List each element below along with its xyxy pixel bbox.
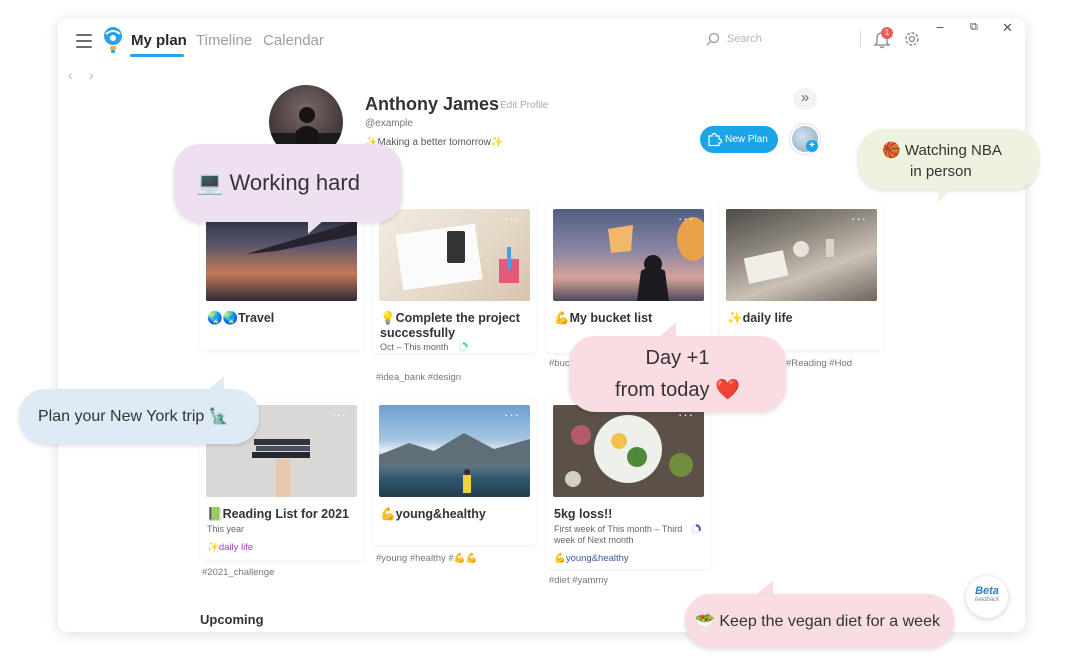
bubble-vegan-diet: 🥗 Keep the vegan diet for a week: [685, 594, 954, 648]
card-title: 🌏🌏Travel: [207, 311, 275, 325]
bubble-working-hard: 💻 Working hard: [174, 144, 402, 222]
maximize-button[interactable]: ⧉: [970, 21, 978, 34]
search-input[interactable]: Search: [727, 33, 762, 45]
bubble-watching-nba: 🏀 Watching NBA in person: [858, 129, 1039, 189]
linked-plan-daily-life[interactable]: ✨daily life: [207, 542, 253, 553]
plan-card-daily-life[interactable]: ··· ✨daily life: [720, 203, 883, 350]
profile-name: Anthony James: [365, 94, 500, 114]
card-title: 💡Complete the project successfully: [380, 311, 520, 340]
new-plan-label: New Plan: [725, 134, 768, 145]
card-tags[interactable]: #2021_challenge: [202, 567, 274, 578]
5kg-loss-image: ···: [553, 405, 704, 497]
card-tags[interactable]: #young #healthy #💪💪: [376, 553, 477, 564]
linked-plan-young-healthy[interactable]: 💪young&healthy: [554, 553, 629, 564]
plan-card-project[interactable]: ··· 💡Complete the project successfully O…: [373, 203, 536, 353]
gear-icon[interactable]: [903, 30, 921, 48]
card-title: 5kg loss!!: [554, 507, 613, 521]
bubble-nba-line2: in person: [910, 163, 972, 180]
bucket-list-image: ···: [553, 209, 704, 301]
card-title: 💪My bucket list: [554, 311, 653, 325]
card-more-icon[interactable]: ···: [331, 407, 347, 422]
card-more-icon[interactable]: ···: [504, 407, 520, 422]
bubble-tail: [938, 188, 952, 203]
progress-ring-icon: [458, 342, 468, 352]
upcoming-heading: Upcoming: [200, 612, 264, 627]
active-tab-indicator: [130, 54, 184, 57]
card-date-range: First week of This month – Third week of…: [554, 524, 683, 545]
plan-card-bucket-list[interactable]: ··· 💪My bucket list: [547, 203, 710, 353]
plan-card-5kg-loss[interactable]: ··· 5kg loss!! First week of This month …: [547, 399, 710, 569]
card-more-icon[interactable]: ···: [504, 211, 520, 226]
young-healthy-image: ···: [379, 405, 530, 497]
edit-profile-link[interactable]: Edit Profile: [500, 100, 548, 111]
project-image: ···: [379, 209, 530, 301]
forward-button[interactable]: ›: [89, 67, 94, 83]
card-more-icon[interactable]: ···: [678, 211, 694, 226]
bubble-tail: [308, 220, 324, 234]
progress-ring-icon: [691, 524, 701, 534]
bubble-new-york-trip: Plan your New York trip 🗽: [19, 389, 259, 444]
tab-my-plan[interactable]: My plan: [131, 32, 187, 49]
beta-feedback-button[interactable]: Beta feedback: [966, 576, 1008, 618]
card-date-range: Oct – This month: [380, 342, 449, 352]
expand-button[interactable]: »: [793, 88, 817, 110]
profile-handle: @example: [365, 118, 413, 129]
toolbar-divider: [860, 31, 861, 47]
bubble-vegan-text: 🥗 Keep the vegan diet for a week: [695, 613, 940, 630]
daily-life-image: ···: [726, 209, 877, 301]
back-button[interactable]: ‹: [68, 67, 73, 83]
notification-badge: 1: [881, 27, 893, 39]
minimize-button[interactable]: −: [936, 19, 944, 35]
bubble-day-line2: from today ❤️: [615, 379, 740, 401]
bubble-nba-line1: 🏀 Watching NBA: [882, 142, 1002, 159]
bubble-day-line1: Day +1: [645, 347, 710, 369]
bubble-day-plus-one: Day +1 from today ❤️: [569, 336, 786, 412]
feedback-label: feedback: [974, 597, 1000, 603]
add-member-icon[interactable]: +: [806, 140, 818, 152]
card-tags[interactable]: #Reading #Hod: [786, 358, 852, 369]
card-more-icon[interactable]: ···: [851, 211, 867, 226]
card-title: ✨daily life: [727, 311, 793, 325]
bubble-working-text: 💻 Working hard: [196, 170, 360, 195]
card-title: 💪young&healthy: [380, 507, 486, 521]
plan-card-travel[interactable]: ··· 🌏🌏Travel: [200, 203, 363, 350]
logo-icon[interactable]: [102, 26, 124, 54]
puzzle-icon: [707, 132, 723, 147]
menu-icon[interactable]: [76, 34, 92, 48]
card-tags[interactable]: #idea_bank #design: [376, 372, 461, 383]
card-date-range: This year: [207, 524, 245, 534]
travel-image: ···: [206, 209, 357, 301]
close-button[interactable]: ✕: [1002, 20, 1013, 36]
new-plan-button[interactable]: New Plan: [700, 126, 778, 153]
tab-calendar[interactable]: Calendar: [263, 32, 324, 49]
plan-card-young-healthy[interactable]: ··· 💪young&healthy: [373, 399, 536, 545]
app-window: My plan Timeline Calendar Search 1 − ⧉ ✕…: [58, 18, 1025, 632]
card-title: 📗Reading List for 2021: [207, 507, 349, 521]
bubble-newyork-text: Plan your New York trip 🗽: [38, 408, 229, 425]
card-tags[interactable]: #diet #yammy: [549, 575, 608, 586]
search-icon[interactable]: [706, 32, 720, 46]
tab-timeline[interactable]: Timeline: [196, 32, 252, 49]
beta-label: Beta: [975, 585, 999, 597]
